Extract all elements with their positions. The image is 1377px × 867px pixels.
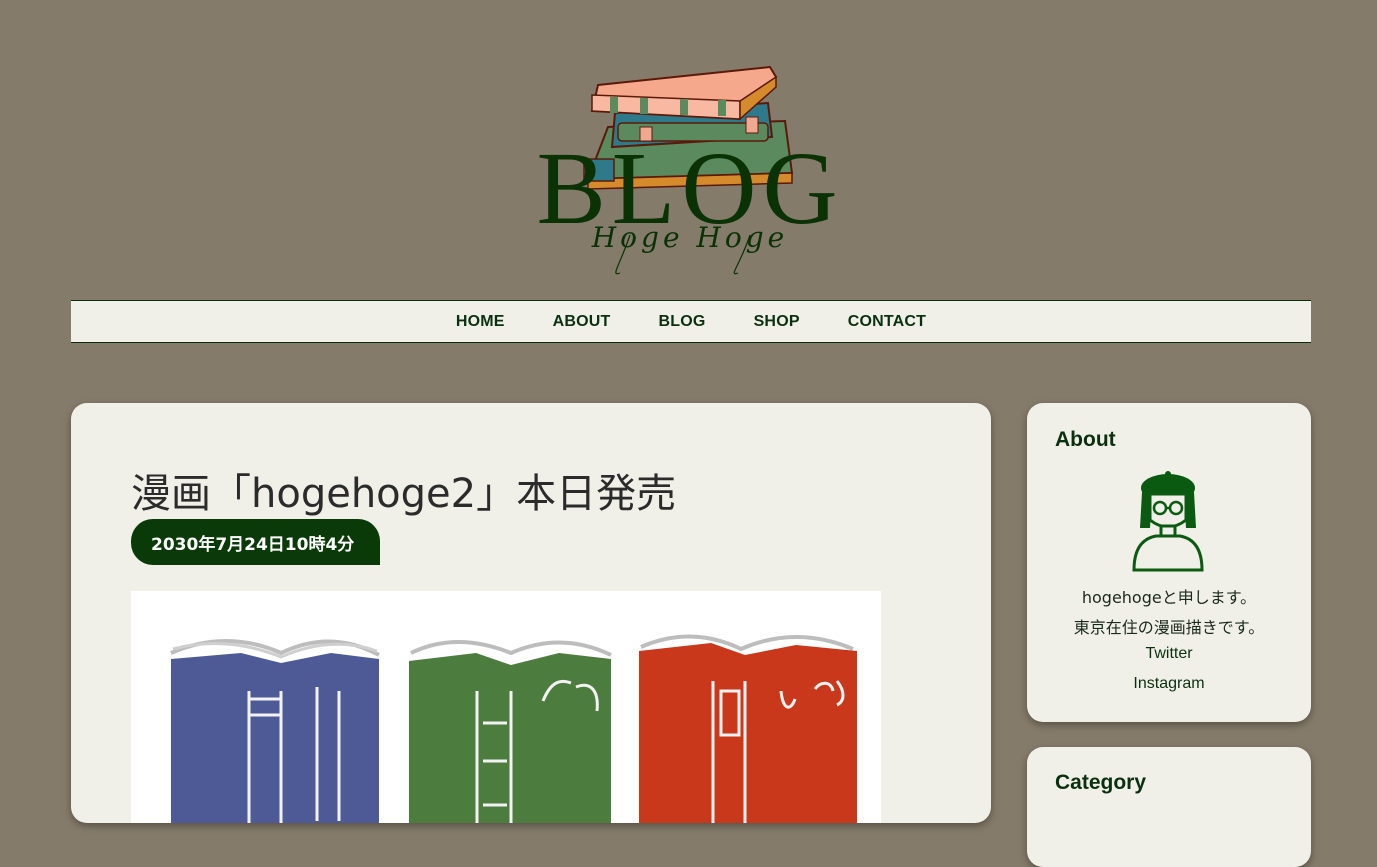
post-card: 漫画「hogehoge2」本日発売 2030年7月24日10時4分 [71, 403, 991, 823]
category-title: Category [1055, 771, 1147, 794]
about-line-2: 東京在住の漫画描きです。 [1073, 618, 1265, 637]
nav-shop[interactable]: SHOP [754, 313, 800, 331]
about-title: About [1055, 428, 1116, 451]
about-line-1: hogehogeと申します。 [1081, 588, 1257, 607]
nav-home[interactable]: HOME [456, 313, 505, 331]
category-widget: Category [1027, 747, 1311, 867]
nav-contact[interactable]: CONTACT [848, 313, 926, 331]
user-avatar-icon [1132, 471, 1204, 572]
post-date-badge: 2030年7月24日10時4分 [131, 519, 381, 565]
nav-about[interactable]: ABOUT [553, 313, 611, 331]
post-image [131, 591, 881, 823]
about-widget: About hogehogeと申します。 東京在住の漫画描きです。 Twitte… [1027, 403, 1311, 722]
avatar [1128, 470, 1208, 572]
instagram-link[interactable]: Instagram [1027, 675, 1311, 693]
site-logo[interactable]: BLOG Hoge Hoge [520, 55, 860, 280]
books-stack-icon: BLOG Hoge Hoge [536, 65, 838, 275]
open-books-illustration [170, 634, 857, 823]
post-title: 漫画「hogehoge2」本日発売 [131, 471, 677, 517]
nav-blog[interactable]: BLOG [659, 313, 706, 331]
twitter-link[interactable]: Twitter [1027, 645, 1311, 663]
logo-subtitle: Hoge Hoge [591, 221, 788, 254]
main-nav: HOME ABOUT BLOG SHOP CONTACT [71, 300, 1311, 343]
